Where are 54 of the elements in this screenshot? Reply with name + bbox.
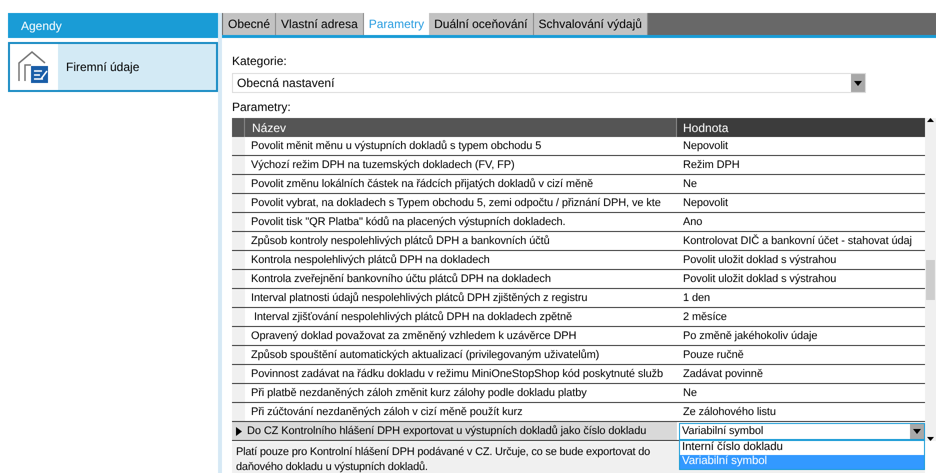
dropdown-arrow-icon	[854, 80, 862, 86]
parameter-name-cell-text: Povolit změnu lokálních částek na řádcích přijatých dokladů v cizí měně	[250, 176, 594, 192]
parameter-name-cell-text: Interval platnosti údajů nespolehlivých plátců DPH zjištěných z registru	[250, 290, 588, 306]
parameter-value-cell-text: Ne	[682, 386, 698, 401]
dropdown-arrow-icon	[913, 428, 921, 434]
sidebar-item[interactable]: Firemní údaje	[8, 42, 218, 92]
parameter-name-cell-text: Kontrola zveřejnění bankovního účtu plátců DPH na dokladech	[250, 272, 552, 287]
tab[interactable]: Obecné	[223, 13, 276, 35]
description-text: daňového dokladu u výstupních dokladů.	[236, 460, 428, 473]
value-dropdown[interactable]: Variabilní symbol	[679, 422, 925, 440]
category-dropdown[interactable]: Obecná nastavení	[232, 73, 866, 93]
parameter-name-cell-text: Při zúčtování nezdaněných záloh v cizí měně použít kurz	[250, 404, 524, 420]
parameter-value-cell-text: 2 měsíce	[682, 310, 728, 325]
parameter-name-cell-text: Při platbě nezdaněných záloh změnit kurz zálohy podle dokladu platby	[250, 386, 588, 401]
description-text: Platí pouze pro Kontrolní hlášení DPH podávané v CZ. Určuje, co se bude exportovat do	[236, 445, 650, 460]
field-label: Parametry:	[232, 99, 291, 116]
parameter-value-cell-text: Nepovolit	[682, 138, 729, 154]
current-row-icon	[236, 426, 242, 436]
parameter-value-cell-text: Ze zálohového listu	[682, 404, 777, 420]
parameter-value-cell-text: Po změně jakéhokoliv údaje	[682, 328, 818, 344]
scrollbar[interactable]	[925, 118, 936, 441]
parameter-name-cell: Do CZ Kontrolního hlášení DPH exportovat u výstupních dokladů jako číslo dokladu	[245, 422, 677, 440]
dropdown-option[interactable]: Interní číslo dokladu	[680, 441, 924, 455]
parameter-value-cell-text: Režim DPH	[682, 158, 741, 173]
parameter-name-cell-text: Interval zjišťování nespolehlivých plátců DPH na dokladech zpětně	[252, 310, 573, 325]
parameter-value-cell-text: Povolit uložit doklad s výstrahou	[682, 272, 838, 287]
parameter-name-cell-text: Povinnost zadávat na řádku dokladu v režimu MiniOneStopShop kód poskytnuté služb	[250, 366, 664, 382]
parameter-value-cell-text: Nepovolit	[682, 196, 729, 211]
field-label: Kategorie:	[232, 53, 287, 70]
parameter-value-cell-text: 1 den	[682, 290, 712, 306]
parameter-value-cell-text: Ne	[682, 176, 698, 192]
parameter-name-cell-text: Povolit měnit měnu u výstupních dokladů s typem obchodu 5	[250, 138, 542, 154]
tab[interactable]: Duální oceňování	[429, 13, 534, 35]
tab[interactable]: Vlastní adresa	[276, 13, 364, 35]
parameter-name-cell-text: Povolit tisk "QR Platba" kódů na placených výstupních dokladech.	[250, 214, 566, 230]
parameter-name-cell-text: Způsob spouštění automatických aktualizací (privilegovaným uživatelům)	[250, 348, 600, 363]
parameter-value-cell-text: Zadávat povinně	[682, 366, 764, 382]
parameter-name-cell-text: Způsob kontroly nespolehlivých plátců DPH a bankovních účtů	[250, 234, 551, 249]
tab[interactable]: Schvalování výdajů	[534, 13, 648, 35]
parameter-value-cell-text: Kontrolovat DIČ a bankovní účet - stahovat údaj	[682, 233, 913, 249]
scroll-down-icon	[927, 437, 934, 441]
scrollbar-thumb[interactable]	[926, 260, 935, 300]
parameter-name-cell-text: Povolit vybrat, na dokladech s Typem obchodu 5, zemi odpočtu / přiznání DPH, ve kte	[250, 196, 662, 211]
parameter-value-cell-text: Pouze ručně	[682, 348, 745, 363]
scroll-up-icon	[927, 118, 934, 122]
sidebar-header: Agendy	[8, 13, 218, 38]
sidebar-item-label: Firemní údaje	[66, 59, 140, 76]
column-header: Hodnota	[677, 118, 925, 137]
parameter-name-cell-text: Výchozí režim DPH na tuzemských dokladech (FV, FP)	[250, 158, 516, 173]
row-header[interactable]	[232, 422, 245, 440]
parameter-value-cell-text: Ano	[682, 214, 704, 230]
parameter-name-cell-text: Opravený doklad považovat za změněný vzhledem k uzávěrce DPH	[250, 328, 578, 344]
parameter-value-cell-text: Povolit uložit doklad s výstrahou	[682, 252, 838, 268]
parameter-name-cell-text: Kontrola nespolehlivých plátců DPH na dokladech	[250, 252, 491, 268]
